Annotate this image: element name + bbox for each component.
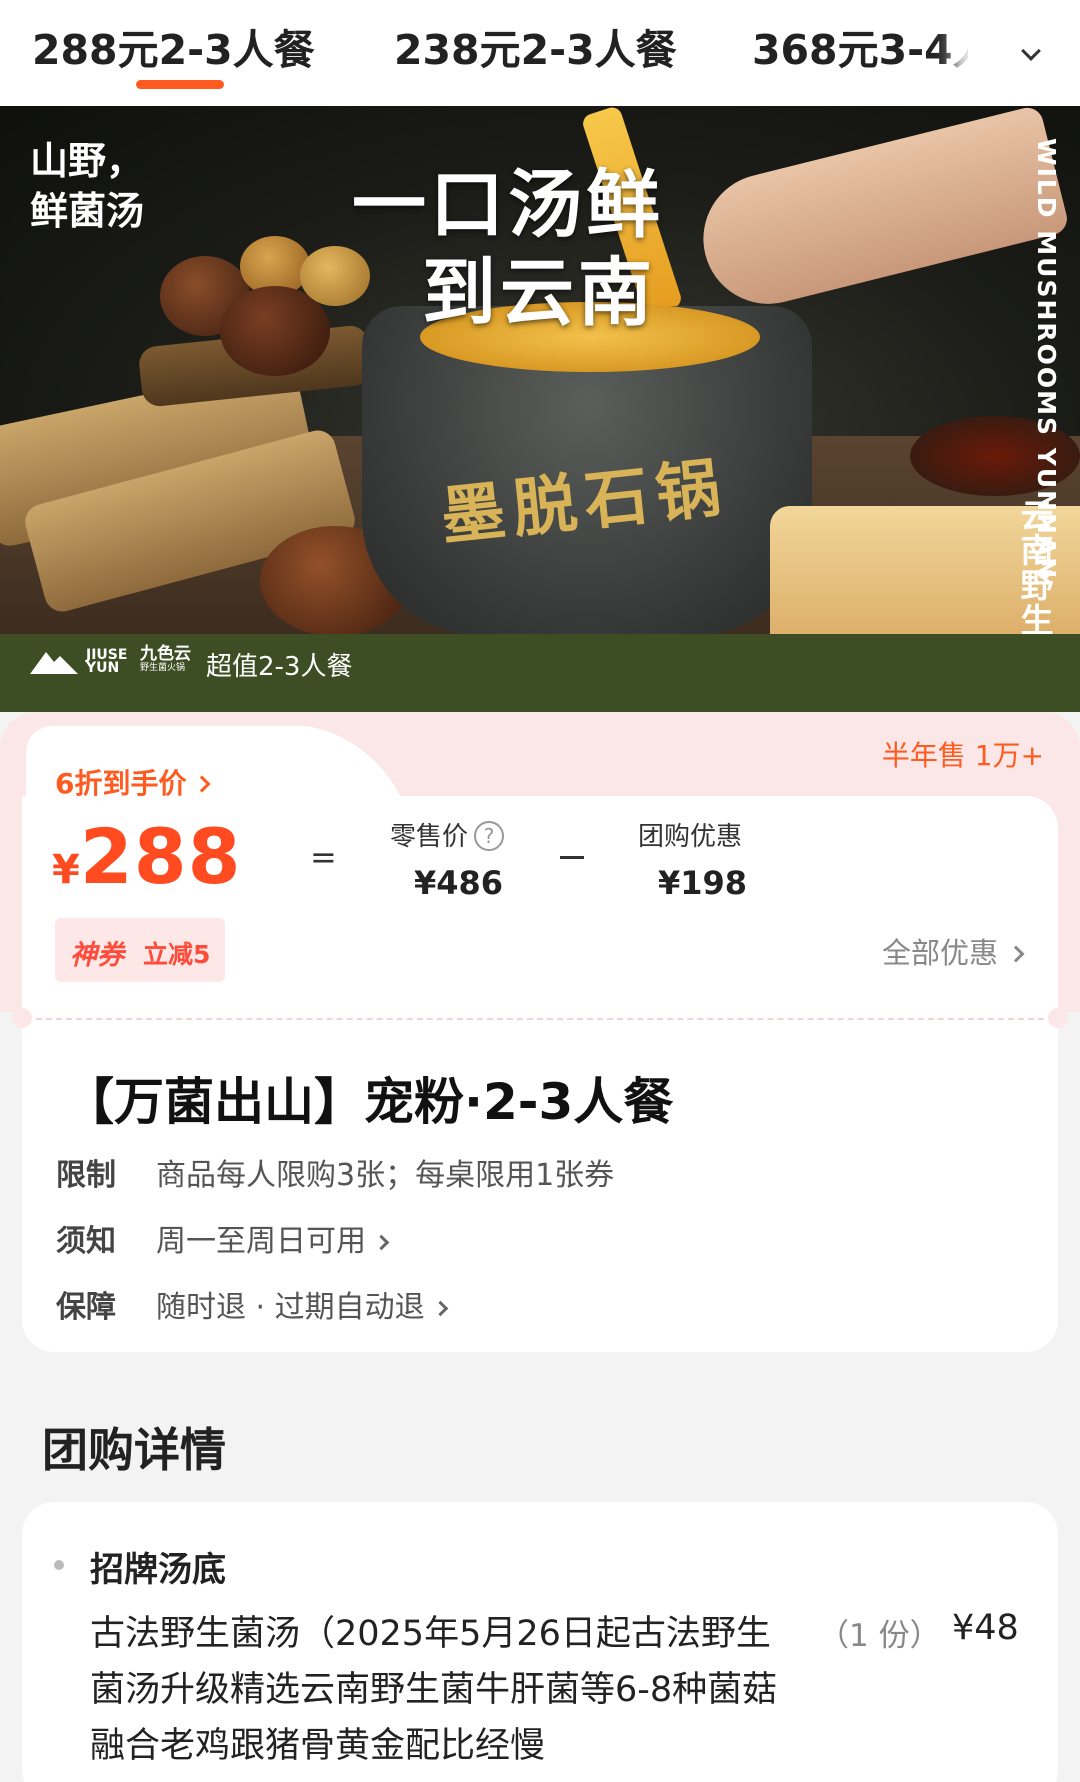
detail-item-heading: 招牌汤底 (90, 1550, 226, 1590)
group-discount-value: ¥198 (658, 864, 748, 902)
section-title-group-details: 团购详情 (42, 1423, 226, 1477)
chevron-down-icon (1021, 41, 1041, 61)
detail-item-price: ¥48 (952, 1608, 1019, 1648)
sales-count: 半年售 1万+ (881, 739, 1044, 772)
chevron-right-icon (1007, 945, 1025, 963)
retail-price-value: ¥486 (414, 864, 504, 902)
bullet-dot (54, 1560, 64, 1570)
hero-caption: 超值2-3人餐 (206, 652, 353, 682)
discount-price-link[interactable]: 6折到手价 (55, 762, 211, 802)
chevron-right-icon (193, 775, 211, 793)
dashed-divider (36, 1018, 1044, 1020)
coupon-tag: 神券 (70, 940, 124, 971)
product-title: 【万菌出山】宠粉·2-3人餐 (64, 1073, 674, 1131)
detail-item-description: 古法野生菌汤（2025年5月26日起古法野生菌汤升级精选云南野生菌牛肝菌等6-8… (90, 1614, 778, 1766)
tab-238-package[interactable]: 238元2-3人餐 (394, 16, 677, 76)
hero-slogan-big: 一口汤鲜 到云南 (352, 162, 664, 336)
all-offers-link[interactable]: 全部优惠 (882, 930, 1025, 972)
hero-banner[interactable]: 墨脱石锅 山野， 鲜菌汤 一口汤鲜 到云南 WILD MUSHROOMS YUN… (0, 106, 1080, 712)
equals-sign: = (310, 838, 337, 876)
info-row-limit: 限制 商品每人限购3张；每桌限用1张券 (56, 1158, 615, 1193)
info-row-notice[interactable]: 须知 周一至周日可用 (56, 1216, 390, 1260)
chevron-right-icon (432, 1300, 448, 1317)
brand-name-en: JIUSE YUN (86, 647, 128, 676)
minus-sign (560, 856, 584, 859)
ticket-notch-right (1048, 1008, 1068, 1028)
active-tab-indicator (136, 80, 224, 89)
group-discount-label: 团购优惠 (638, 822, 743, 852)
detail-item-quantity: （1 份） (818, 1618, 941, 1654)
question-icon[interactable]: ? (474, 821, 505, 851)
info-row-guarantee[interactable]: 保障 随时退 · 过期自动退 (56, 1282, 448, 1326)
coupon-badge[interactable]: 神券 立减5 (55, 918, 225, 982)
ticket-notch-left (12, 1008, 32, 1028)
retail-price-label[interactable]: 零售价? (390, 816, 505, 853)
package-tabs: 288元2-3人餐 238元2-3人餐 368元3-4人餐 (0, 0, 1080, 106)
hero-slogan-small: 山野， 鲜菌汤 (30, 139, 145, 233)
more-tabs-button[interactable] (968, 0, 1080, 106)
final-price: ¥288 (52, 812, 242, 901)
brand-name-cn: 九色云 野生菌火锅 (140, 644, 191, 674)
tab-288-package[interactable]: 288元2-3人餐 (32, 16, 315, 76)
coupon-text: 立减5 (143, 940, 211, 969)
mountain-logo-icon (30, 652, 78, 674)
chevron-right-icon (373, 1234, 390, 1251)
